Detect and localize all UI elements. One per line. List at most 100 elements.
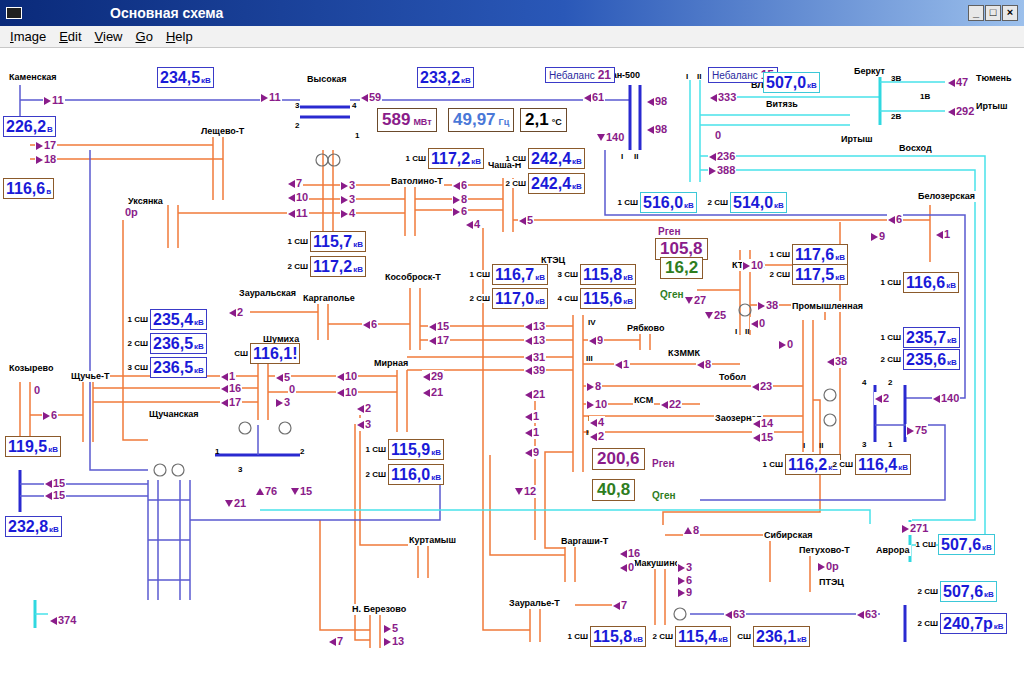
voltage-reading[interactable]: 2 СШ507,6кВ [940,581,997,602]
station-label[interactable]: Лещево-Т [200,126,245,137]
generation-value[interactable]: 200,6 [592,448,645,470]
power-flow[interactable]: 0р [124,206,139,219]
power-flow[interactable]: 10 [586,398,608,411]
voltage-reading[interactable]: 1 СШ242,4кВ [528,148,585,169]
voltage-reading[interactable]: 2 СШ514,0кВ [730,192,787,213]
power-flow[interactable]: 140 [932,392,960,405]
power-flow[interactable]: 9 [677,586,693,599]
power-flow[interactable]: 3 [340,193,356,206]
power-flow[interactable]: 10 [287,191,309,204]
voltage-reading[interactable]: 2 СШ117,0кВ [492,288,548,309]
power-flow[interactable]: 5 [383,622,399,635]
voltage-reading[interactable]: 1 СШ235,7кВ [903,327,960,348]
power-flow[interactable]: 22 [660,398,682,411]
power-flow[interactable]: 4 [465,218,481,231]
voltage-reading[interactable]: 1 СШ117,6кВ [792,244,848,265]
power-flow[interactable]: 21 [422,386,444,399]
power-flow[interactable]: 16 [619,547,641,560]
station-label[interactable]: Витязь [765,99,799,110]
power-flow[interactable]: 0 [33,384,41,397]
power-flow[interactable]: 27 [684,294,707,307]
station-label[interactable]: Промышленная [791,301,864,312]
power-flow[interactable]: 63 [724,608,746,621]
voltage-reading[interactable]: 234,5кВ [157,67,214,88]
station-label[interactable]: Щучье-Т [70,371,110,382]
power-flow[interactable]: 9 [588,334,604,347]
station-label[interactable]: Рябково [626,323,666,334]
power-flow[interactable]: 25 [704,309,727,322]
station-label[interactable]: Высокая [306,74,347,85]
power-flow[interactable]: 15 [428,320,450,333]
power-flow[interactable]: 61 [583,91,605,104]
power-flow[interactable]: 15 [752,431,774,444]
menu-item[interactable]: Edit [59,29,81,44]
power-flow[interactable]: 2 [874,392,890,405]
power-flow[interactable]: 6 [452,179,468,192]
station-label[interactable]: Куртамыш [408,535,457,546]
station-label[interactable]: Иртыш [840,134,873,145]
voltage-reading[interactable]: 3 СШ236,5кВ [150,357,207,378]
voltage-reading[interactable]: 2 СШ115,4кВ [675,626,731,647]
power-flow[interactable]: 10 [336,370,358,383]
generation-value[interactable]: 40,8 [592,479,635,501]
power-flow[interactable]: 7 [328,635,344,648]
voltage-reading[interactable]: 119,5кВ [5,436,61,457]
station-label[interactable]: Белозерская [917,191,976,202]
voltage-reading[interactable]: 1 СШ115,8кВ [590,626,646,647]
menu-item[interactable]: View [95,29,123,44]
power-flow[interactable]: 4 [340,207,356,220]
power-flow[interactable]: 4 [589,416,605,429]
voltage-reading[interactable]: 2 СШ240,7ркВ [940,613,1007,634]
power-flow[interactable]: 15 [290,485,313,498]
voltage-reading[interactable]: 1 СШ116,6кВ [903,272,959,293]
power-flow[interactable]: 63 [856,608,878,621]
power-flow[interactable]: 6 [887,213,903,226]
power-flow[interactable]: 3 [275,396,291,409]
station-label[interactable]: Восход [898,143,933,154]
power-flow[interactable]: 12 [514,485,537,498]
power-flow[interactable]: 1 [614,358,630,371]
voltage-reading[interactable]: 507,0кВ [763,72,820,93]
station-label[interactable]: ПТЭЦ [818,577,845,588]
power-flow[interactable]: 8 [683,524,700,537]
voltage-reading[interactable]: 1 СШ507,6кВ [938,534,995,555]
voltage-reading[interactable]: СШ116,1! [250,343,300,364]
voltage-reading[interactable]: 1 СШ115,7кВ [310,231,366,252]
power-flow[interactable]: 140 [596,131,625,144]
power-flow[interactable]: 1 [524,426,540,439]
voltage-reading[interactable]: 2 СШ235,6кВ [903,349,960,370]
voltage-reading[interactable]: 2 СШ116,4кВ [855,454,911,475]
power-flow[interactable]: 17 [428,334,450,347]
power-flow[interactable]: 0р [817,560,840,573]
power-flow[interactable]: 0 [750,317,766,330]
power-flow[interactable]: 98 [646,95,668,108]
power-flow[interactable]: 98 [646,123,668,136]
station-label[interactable]: Кособроск-Т [384,272,442,283]
power-flow[interactable]: 76 [255,485,278,498]
power-flow[interactable]: 23 [751,380,773,393]
power-flow[interactable]: 11 [260,91,282,104]
power-flow[interactable]: 5 [518,214,534,227]
voltage-reading[interactable]: 2 СШ117,2кВ [310,256,366,277]
power-flow[interactable]: 11 [43,94,65,107]
station-label[interactable]: Каргаполье [302,293,356,304]
power-flow[interactable]: 14 [752,417,774,430]
power-flow[interactable]: 2 [228,306,244,319]
station-label[interactable]: Варгаши-Т [560,536,609,547]
station-label[interactable]: Щучанская [148,409,200,420]
menu-item[interactable]: Image [10,29,46,44]
power-flow[interactable]: 6 [42,409,58,422]
station-label[interactable]: Тюмень [975,73,1013,84]
station-label[interactable]: Аврора [875,545,911,556]
voltage-reading[interactable]: 232,8кВ [5,516,62,537]
voltage-reading[interactable]: 226,2В [3,116,56,137]
power-flow[interactable]: 59 [360,91,382,104]
station-label[interactable]: Зауралье-Т [508,598,561,609]
power-flow[interactable]: 0 [778,338,794,351]
station-label[interactable]: КСМ [633,395,654,406]
station-label[interactable]: Петухово-Т [798,545,851,556]
voltage-reading[interactable]: 2 СШ236,5кВ [150,333,207,354]
power-flow[interactable]: 10 [336,386,358,399]
power-flow[interactable]: 3 [677,561,693,574]
power-flow[interactable]: 3 [356,418,372,431]
